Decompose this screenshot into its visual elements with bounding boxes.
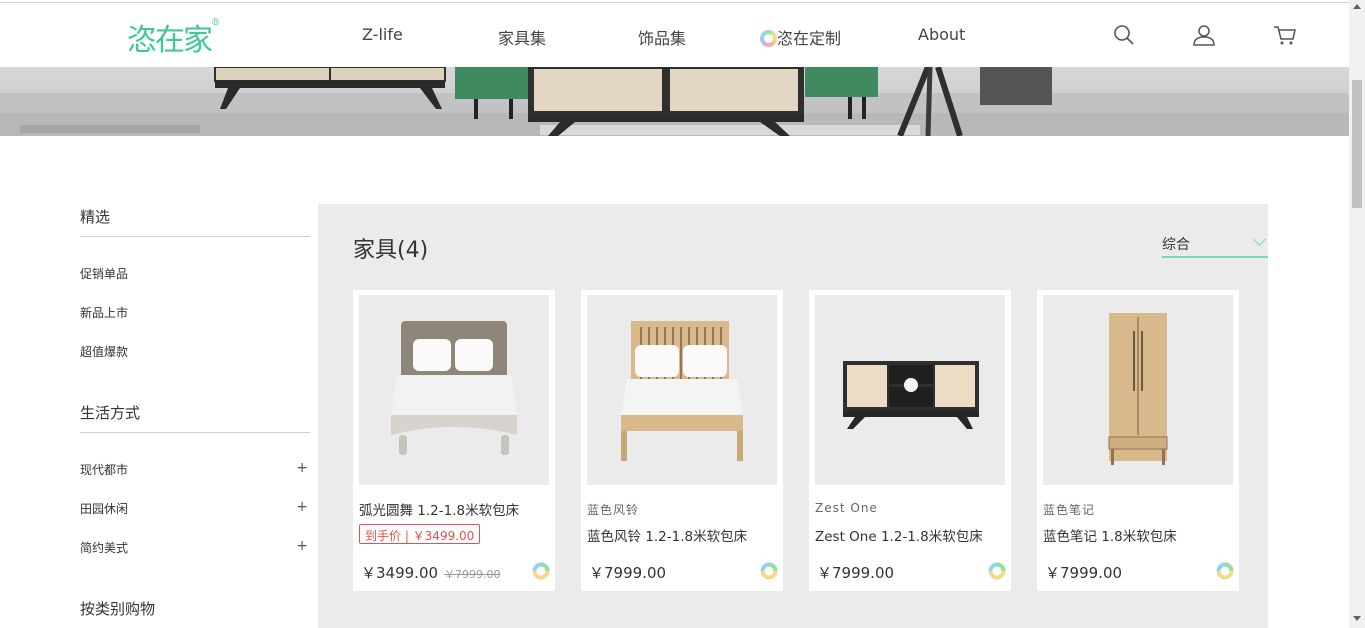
product-series: 蓝色风铃 [587, 503, 640, 517]
product-price: ￥7999.00 [589, 564, 667, 582]
chevron-down-icon [1253, 233, 1266, 246]
scrollbar-thumb[interactable] [1352, 80, 1362, 208]
product-price: ￥3499.00 ￥7999.00 [361, 564, 501, 582]
nav-item-zlife[interactable]: Z-life [362, 25, 403, 44]
sidebar-item-new-arrivals[interactable]: 新品上市 [80, 304, 308, 321]
nav-item-about[interactable]: About [918, 25, 965, 44]
expand-plus-icon[interactable]: + [296, 499, 308, 515]
sidebar-section-featured: 精选 [80, 206, 310, 237]
custom-ring-icon [760, 562, 778, 580]
top-header: 恣在家® Z-life 家具集 饰品集 恣在定制 About [0, 2, 1349, 67]
product-panel: 家具(4) 综合 弧光圆舞 1.2-1.8米软包床 到手价 | ￥3499.00… [318, 204, 1268, 628]
search-icon[interactable] [1112, 23, 1136, 47]
hero-banner-image [0, 67, 1349, 136]
sidebar-section-lifestyle: 生活方式 [80, 402, 310, 433]
sort-label: 综合 [1162, 237, 1190, 253]
product-card[interactable]: Zest One Zest One 1.2-1.8米软包床 ￥7999.00 [809, 290, 1011, 591]
product-name: Zest One 1.2-1.8米软包床 [815, 529, 983, 545]
expand-plus-icon[interactable]: + [296, 460, 308, 476]
expand-plus-icon[interactable]: + [296, 538, 308, 554]
product-image-tv-cabinet [815, 295, 1005, 485]
cart-icon[interactable] [1273, 23, 1297, 47]
vertical-scrollbar[interactable] [1349, 0, 1365, 628]
product-card[interactable]: 弧光圆舞 1.2-1.8米软包床 到手价 | ￥3499.00 ￥3499.00… [353, 290, 555, 591]
sidebar-item-label: 田园休闲 [80, 502, 129, 516]
nav-item-furniture[interactable]: 家具集 [498, 25, 546, 49]
sidebar-item-modern-urban[interactable]: 现代都市 + [80, 460, 308, 478]
category-title: 家具(4) [353, 238, 429, 263]
product-price: ￥7999.00 [817, 564, 895, 582]
promo-price-badge: 到手价 | ￥3499.00 [359, 524, 481, 544]
nav-item-accessories[interactable]: 饰品集 [638, 25, 686, 49]
sidebar-section-by-category: 按类别购物 [80, 598, 310, 628]
product-series: 蓝色笔记 [1043, 503, 1096, 517]
sidebar-item-label: 简约美式 [80, 541, 129, 555]
product-card[interactable]: 蓝色笔记 蓝色笔记 1.8米软包床 ￥7999.00 [1037, 290, 1239, 591]
product-price: ￥7999.00 [1045, 564, 1123, 582]
user-icon[interactable] [1192, 23, 1216, 47]
nav-item-custom[interactable]: 恣在定制 [760, 25, 841, 49]
product-series: Zest One [815, 501, 878, 515]
product-card[interactable]: 蓝色风铃 蓝色风铃 1.2-1.8米软包床 ￥7999.00 [581, 290, 783, 591]
sidebar-item-simple-american[interactable]: 简约美式 + [80, 538, 308, 556]
product-image-upholstered-bed [359, 295, 549, 485]
product-image-wooden-bed [587, 295, 777, 485]
brand-logo[interactable]: 恣在家® [127, 15, 220, 59]
sort-dropdown[interactable]: 综合 [1162, 230, 1268, 258]
banner-furniture-illustration [0, 67, 1349, 136]
original-price: ￥7999.00 [444, 568, 501, 581]
product-image-wardrobe [1043, 295, 1233, 485]
sidebar-item-label: 现代都市 [80, 463, 129, 477]
sidebar-item-promotions[interactable]: 促销单品 [80, 265, 308, 282]
custom-ring-icon [760, 30, 777, 47]
sidebar-item-country-leisure[interactable]: 田园休闲 + [80, 499, 308, 517]
product-name: 蓝色风铃 1.2-1.8米软包床 [587, 529, 748, 545]
custom-ring-icon [532, 562, 550, 580]
scroll-down-arrow-icon[interactable] [1353, 616, 1361, 621]
custom-ring-icon [1216, 562, 1234, 580]
sidebar-item-best-value[interactable]: 超值爆款 [80, 343, 308, 360]
product-name: 蓝色笔记 1.8米软包床 [1043, 529, 1177, 545]
scroll-up-arrow-icon[interactable] [1353, 4, 1361, 9]
custom-ring-icon [988, 562, 1006, 580]
product-name: 弧光圆舞 1.2-1.8米软包床 [359, 503, 520, 519]
